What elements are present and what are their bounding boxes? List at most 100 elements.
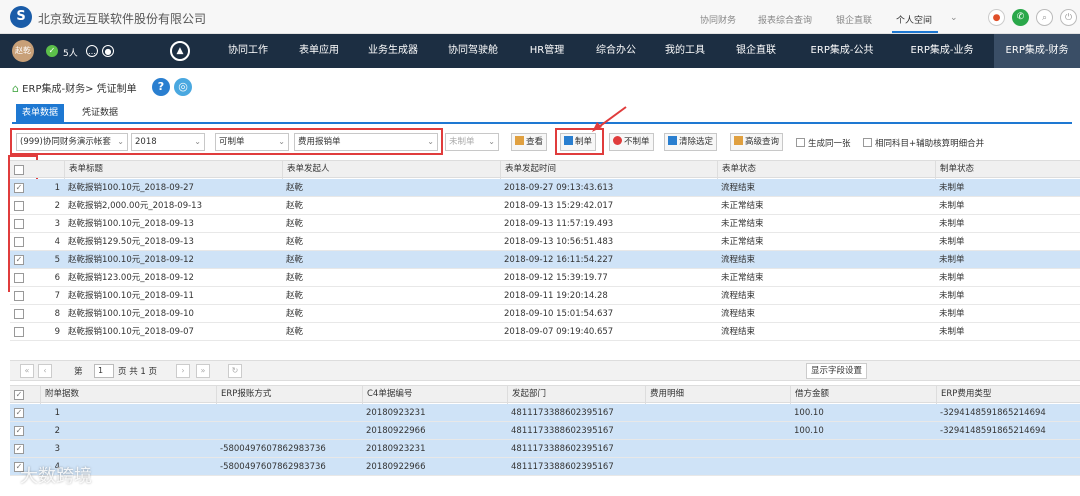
row-state: 未正常结束 [721,237,764,247]
phone-icon[interactable]: ✆ [1012,9,1029,26]
watermark: 大数跨境 [20,466,92,487]
help-icon[interactable]: ? [152,78,170,96]
detail-grid-header: ✓ 附单据数 ERP报账方式 C4单据编号 发起部门 费用明细 借方金额 ERP… [10,385,1080,404]
nav-item-biz-gen[interactable]: 业务生成器 [354,34,432,68]
nav-item-office[interactable]: 综合办公 [580,34,652,68]
navigation-home-icon[interactable]: ▲ [170,41,190,61]
table-row[interactable]: 3 赵乾报销100.10元_2018-09-13 赵乾 2018-09-13 11:5… [10,215,1080,233]
row-checkbox[interactable] [14,273,24,283]
row-debit: 100.10 [794,426,824,436]
nav-item-erp-business[interactable]: ERP集成-业务 [890,34,994,68]
row-erp-type [936,458,1080,476]
chat-icon[interactable]: … [86,45,98,57]
select-all-checkbox[interactable] [14,165,24,175]
row-erp-type [936,440,1080,458]
nav-item-erp-finance[interactable]: ERP集成-财务 [994,34,1080,68]
row-erp-type: -3294148591865214694 [940,426,1046,436]
table-row[interactable]: ✓ 5 赵乾报销100.10元_2018-09-12 赵乾 2018-09-12 16:… [10,251,1080,269]
table-row[interactable]: 9 赵乾报销100.10元_2018-09-07 赵乾 2018-09-07 09:1… [10,323,1080,341]
nav-item-form-app[interactable]: 表单应用 [284,34,354,68]
advanced-search-button[interactable]: 高级查询 [730,133,784,151]
table-row[interactable]: 6 赵乾报销123.00元_2018-09-12 赵乾 2018-09-12 15:3… [10,269,1080,287]
table-row[interactable]: 7 赵乾报销100.10元_2018-09-11 赵乾 2018-09-11 19:2… [10,287,1080,305]
last-page-icon[interactable]: » [196,364,210,378]
row-checkbox[interactable] [14,327,24,337]
prev-page-icon[interactable]: ‹ [38,364,52,378]
table-row[interactable]: 8 赵乾报销100.10元_2018-09-10 赵乾 2018-09-10 15:0… [10,305,1080,323]
logout-icon[interactable]: ⏻ [1060,9,1077,26]
row-checkbox[interactable]: ✓ [14,255,24,265]
tab-voucher-data[interactable]: 凭证数据 [76,104,124,122]
header-make-state[interactable]: 制单状态 [935,161,1080,179]
table-row[interactable]: 2 赵乾报销2,000.00元_2018-09-13 赵乾 2018-09-13 15… [10,197,1080,215]
nav-item-hr[interactable]: HR管理 [514,34,580,68]
nav-item-collab[interactable]: 协同工作 [212,34,284,68]
pager: « ‹ 第 1 页 共 1 页 › » ↻ 显示字段设置 [10,360,1080,381]
chevron-down-icon[interactable]: ⌄ [950,13,958,23]
header-initiator[interactable]: 表单发起人 [282,161,500,179]
row-state: 未正常结束 [721,219,764,229]
avatar[interactable]: 赵乾 [12,40,34,62]
row-c4-no: 20180923231 [366,444,426,454]
table-row[interactable]: ✓ 1 赵乾报销100.10元_2018-09-27 赵乾 2018-09-27 09:… [10,179,1080,197]
refresh-icon[interactable]: ↻ [228,364,242,378]
field-settings-button[interactable]: 显示字段设置 [806,363,868,379]
row-checkbox[interactable]: ✓ [14,444,24,454]
table-row[interactable]: 4 赵乾报销129.50元_2018-09-13 赵乾 2018-09-13 10:5… [10,233,1080,251]
header-c4-no[interactable]: C4单据编号 [362,386,507,404]
online-count[interactable]: 5人 [63,46,78,59]
nav-item-bank[interactable]: 银企直联 [718,34,794,68]
header-title[interactable]: 表单标题 [64,161,282,179]
header-state[interactable]: 表单状态 [717,161,935,179]
select-all-checkbox[interactable]: ✓ [14,390,24,400]
nav-item-cockpit[interactable]: 协同驾驶舱 [432,34,514,68]
row-initiator: 赵乾 [286,309,304,319]
row-make-state: 未制单 [939,273,965,283]
table-row[interactable]: ✓ 1 20180923231 4811173388602395167 100.10 -3… [10,404,1080,422]
row-erp-type: -3294148591865214694 [940,408,1046,418]
top-link-report[interactable]: 报表综合查询 [758,13,812,26]
row-checkbox[interactable] [14,309,24,319]
header-debit[interactable]: 借方金额 [790,386,936,404]
row-checkbox[interactable] [14,291,24,301]
table-row[interactable]: ✓ 4 -5800497607862983736 20180922966 4811173… [10,458,1080,476]
row-checkbox[interactable]: ✓ [14,426,24,436]
page-input[interactable]: 1 [94,364,114,378]
color-wheel-icon[interactable]: ● [988,9,1005,26]
top-link-bank[interactable]: 银企直联 [836,13,872,26]
grid-header: 表单标题 表单发起人 表单发起时间 表单状态 制单状态 [10,160,1080,179]
contact-icon[interactable]: ● [102,45,114,57]
view-button[interactable]: 查看 [511,133,548,151]
nav-item-erp-public[interactable]: ERP集成-公共 [794,34,890,68]
header-erp-method[interactable]: ERP报账方式 [216,386,362,404]
unmake-button[interactable]: 不制单 [609,133,654,151]
top-link-personal[interactable]: 个人空间 [896,13,932,26]
header-attachments[interactable]: 附单据数 [40,386,216,404]
next-page-icon[interactable]: › [176,364,190,378]
search-icon[interactable]: ⌕ [1036,9,1053,26]
first-page-icon[interactable]: « [20,364,34,378]
row-checkbox[interactable]: ✓ [14,183,24,193]
row-checkbox[interactable] [14,201,24,211]
globe-icon[interactable]: ◎ [174,78,192,96]
generate-single-checkbox[interactable]: 生成同一张 [796,137,851,149]
row-expense-detail [645,458,790,476]
table-row[interactable]: ✓ 3 -5800497607862983736 20180923231 4811173… [10,440,1080,458]
row-number: 4 [54,237,60,247]
header-expense-detail[interactable]: 费用明细 [645,386,790,404]
tab-form-data[interactable]: 表单数据 [16,104,65,122]
row-checkbox[interactable] [14,219,24,229]
merge-subject-checkbox[interactable]: 相同科目+辅助核算明细合并 [863,137,984,149]
home-icon[interactable]: ⌂ [12,82,19,95]
row-checkbox[interactable] [14,237,24,247]
unmade-select[interactable]: 未制单 ⌄ [445,133,499,151]
header-department[interactable]: 发起部门 [507,386,645,404]
clear-selection-button[interactable]: 清除选定 [664,133,718,151]
nav-item-tools[interactable]: 我的工具 [652,34,718,68]
row-checkbox[interactable]: ✓ [14,408,24,418]
row-title: 赵乾报销100.10元_2018-09-27 [68,183,194,193]
table-row[interactable]: ✓ 2 20180922966 4811173388602395167 100.10 -3… [10,422,1080,440]
header-erp-type[interactable]: ERP费用类型 [936,386,1080,404]
top-link-finance[interactable]: 协同财务 [700,13,736,26]
header-time[interactable]: 表单发起时间 [500,161,717,179]
